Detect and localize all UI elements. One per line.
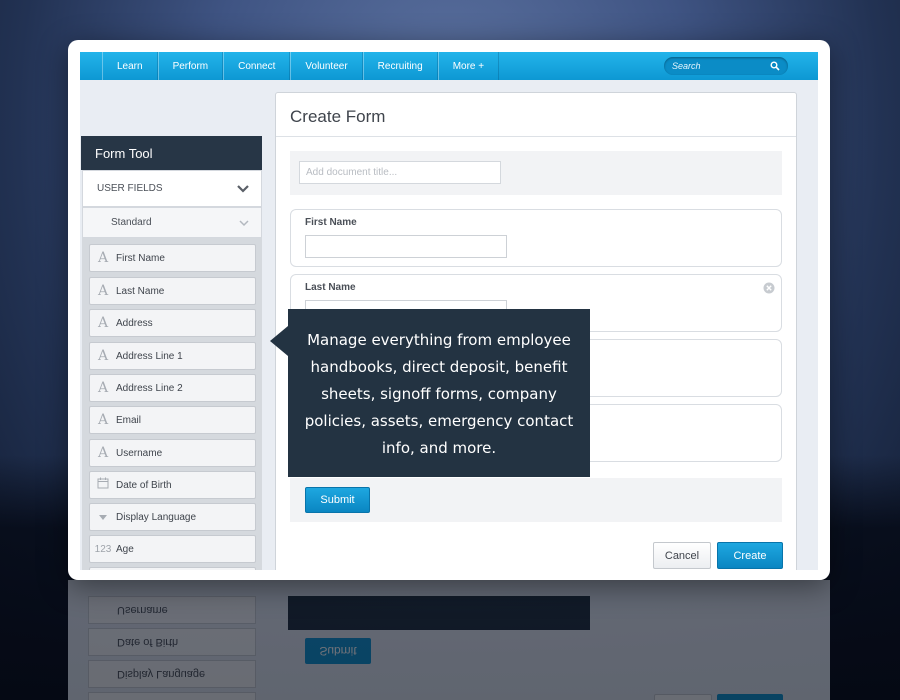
chevron-down-icon <box>239 220 249 227</box>
search-icon[interactable] <box>770 61 780 71</box>
field-input[interactable] <box>305 235 507 258</box>
top-nav: Learn Perform Connect Volunteer Recruiti… <box>80 52 818 80</box>
dropdown-icon <box>90 509 116 525</box>
reflected-create-button: Create <box>717 694 783 700</box>
user-fields-header[interactable]: USER FIELDS <box>82 170 262 207</box>
reflected-sidebar-item: Age <box>88 692 256 700</box>
nav-item-recruiting[interactable]: Recruiting <box>362 52 438 80</box>
chevron-down-icon <box>237 185 249 193</box>
text-icon: A <box>97 250 109 266</box>
document-title-input[interactable] <box>299 161 501 184</box>
cancel-button[interactable]: Cancel <box>653 542 711 569</box>
sidebar-item-partial[interactable] <box>89 567 256 570</box>
text-icon: A <box>97 283 109 299</box>
reflected-sidebar-item: Date of Birth <box>88 628 256 656</box>
card-reflection: Age Display Language Date of Birth Usern… <box>68 580 830 700</box>
submit-bar: Submit <box>290 478 782 522</box>
text-icon: A <box>97 315 109 331</box>
sidebar-item-address-line-2[interactable]: A Address Line 2 <box>89 374 256 402</box>
reflected-cancel-button: Cancel <box>654 694 712 700</box>
calendar-icon <box>90 477 116 493</box>
nav-item-volunteer[interactable]: Volunteer <box>290 52 363 80</box>
number-icon: 123 <box>94 543 112 555</box>
divider <box>276 136 796 137</box>
sidebar-item-username[interactable]: A Username <box>89 439 256 467</box>
page-title: Create Form <box>290 107 386 126</box>
reflected-callout <box>288 596 590 630</box>
close-icon[interactable] <box>763 282 775 294</box>
nav-item-connect[interactable]: Connect <box>223 52 291 80</box>
reflected-sidebar-item: Display Language <box>88 660 256 688</box>
nav-item-more[interactable]: More + <box>437 52 500 80</box>
form-field-first-name[interactable]: First Name <box>290 209 782 267</box>
submit-button[interactable]: Submit <box>305 487 370 513</box>
callout-arrow <box>270 326 288 356</box>
create-button[interactable]: Create <box>717 542 783 569</box>
text-icon: A <box>97 380 109 396</box>
standard-subsection[interactable]: Standard <box>82 207 262 238</box>
sidebar-title: Form Tool <box>81 136 262 170</box>
nav-item-learn[interactable]: Learn <box>102 52 158 80</box>
search-box <box>664 57 788 75</box>
text-icon: A <box>97 445 109 461</box>
sidebar-item-address[interactable]: A Address <box>89 309 256 337</box>
reflected-sidebar-item: Username <box>88 596 256 624</box>
sidebar-item-first-name[interactable]: A First Name <box>89 244 256 272</box>
sidebar-item-display-language[interactable]: Display Language <box>89 503 256 531</box>
sidebar-item-email[interactable]: A Email <box>89 406 256 434</box>
sidebar-item-date-of-birth[interactable]: Date of Birth <box>89 471 256 499</box>
reflected-submit-button: Submit <box>305 638 371 664</box>
field-label: First Name <box>305 217 357 228</box>
search-input[interactable] <box>672 61 766 71</box>
sidebar-item-age[interactable]: 123 Age <box>89 535 256 563</box>
sidebar-item-last-name[interactable]: A Last Name <box>89 277 256 305</box>
field-label: Last Name <box>305 282 356 293</box>
feature-callout: Manage everything from employee handbook… <box>288 309 590 477</box>
document-title-bar <box>290 151 782 195</box>
nav-item-perform[interactable]: Perform <box>157 52 224 80</box>
sidebar-item-address-line-1[interactable]: A Address Line 1 <box>89 342 256 370</box>
text-icon: A <box>97 412 109 428</box>
text-icon: A <box>97 348 109 364</box>
field-list: A First Name A Last Name A Address A Add… <box>82 238 262 570</box>
